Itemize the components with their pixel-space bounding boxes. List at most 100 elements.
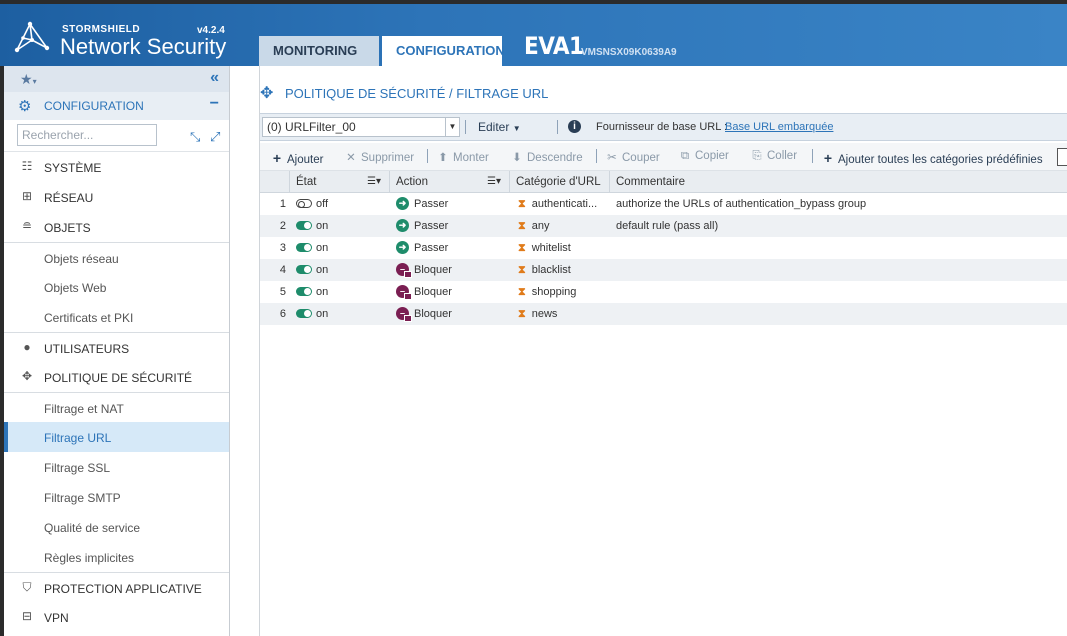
row-state-label: on bbox=[316, 242, 329, 254]
sidebar-item-protection-applicative[interactable]: ⛉ PROTECTION APPLICATIVE bbox=[4, 572, 229, 602]
toolbar-search-input[interactable] bbox=[1057, 148, 1067, 166]
row-action[interactable]: ➜ Passer bbox=[396, 215, 508, 237]
row-state[interactable]: off bbox=[296, 193, 386, 215]
row-action[interactable]: ➜ Passer bbox=[396, 193, 508, 215]
toggle-on-icon[interactable] bbox=[296, 308, 312, 318]
row-comment[interactable]: authorize the URLs of authentication_byp… bbox=[616, 193, 1066, 215]
arrow-up-icon: ⬆ bbox=[438, 152, 448, 164]
sidebar-item-filtrage-smtp[interactable]: Filtrage SMTP bbox=[4, 482, 229, 512]
cut-button[interactable]: ✂ Couper bbox=[605, 150, 660, 164]
sidebar-item-qualite-service[interactable]: Qualité de service bbox=[4, 512, 229, 542]
move-down-label: Descendre bbox=[527, 152, 583, 164]
sidebar-item-utilisateurs[interactable]: ● UTILISATEURS bbox=[4, 332, 229, 362]
sidebar-top-bar: ★▾ « bbox=[4, 66, 229, 92]
row-category[interactable]: ⧗ blacklist bbox=[518, 259, 610, 281]
toggle-on-icon[interactable] bbox=[296, 242, 312, 252]
url-category-icon: ⧗ bbox=[518, 220, 526, 232]
toggle-on-icon[interactable] bbox=[296, 220, 312, 230]
row-action[interactable]: – Bloquer bbox=[396, 303, 508, 325]
sidebar-item-label: Filtrage et NAT bbox=[44, 402, 124, 416]
row-category[interactable]: ⧗ shopping bbox=[518, 281, 610, 303]
tab-configuration[interactable]: CONFIGURATION bbox=[382, 36, 505, 66]
row-comment[interactable] bbox=[616, 303, 1066, 325]
sidebar-item-filtrage-url[interactable]: Filtrage URL bbox=[4, 422, 229, 452]
row-state[interactable]: on bbox=[296, 259, 386, 281]
row-action[interactable]: ➜ Passer bbox=[396, 237, 508, 259]
row-state-label: on bbox=[316, 308, 329, 320]
sidebar-item-regles-implicites[interactable]: Règles implicites bbox=[4, 542, 229, 572]
tab-monitoring[interactable]: MONITORING bbox=[259, 36, 379, 66]
pass-icon: ➜ bbox=[396, 196, 409, 210]
sidebar-item-systeme[interactable]: ☷ SYSTÈME bbox=[4, 152, 229, 182]
sidebar-item-reseau[interactable]: ⊞ RÉSEAU bbox=[4, 182, 229, 212]
column-header-category[interactable]: Catégorie d'URL bbox=[510, 171, 610, 193]
sort-icon[interactable]: ☰▾ bbox=[487, 171, 501, 193]
add-button[interactable]: + Ajouter bbox=[270, 150, 324, 166]
sidebar-item-filtrage-nat[interactable]: Filtrage et NAT bbox=[4, 392, 229, 422]
table-row[interactable]: 5 on – Bloquer ⧗ shopping bbox=[260, 281, 1067, 303]
sidebar-section-configuration[interactable]: ⚙ CONFIGURATION − bbox=[4, 92, 229, 120]
provider-link[interactable]: Base URL embarquée bbox=[725, 121, 833, 133]
row-category-label: any bbox=[531, 220, 550, 232]
filter-select[interactable]: (0) URLFilter_00 ▼ bbox=[262, 117, 460, 137]
filter-select-value: (0) URLFilter_00 bbox=[267, 120, 356, 134]
row-category[interactable]: ⧗ whitelist bbox=[518, 237, 610, 259]
search-input[interactable] bbox=[17, 124, 157, 146]
copy-button[interactable]: ⧉ Copier bbox=[678, 150, 729, 163]
sidebar-item-vpn[interactable]: ⊟ VPN bbox=[4, 602, 229, 632]
column-header-state[interactable]: État ☰▾ bbox=[290, 171, 390, 193]
row-comment[interactable]: default rule (pass all) bbox=[616, 215, 1066, 237]
row-state[interactable]: on bbox=[296, 303, 386, 325]
delete-label: Supprimer bbox=[361, 152, 415, 164]
block-icon: – bbox=[396, 262, 412, 278]
edit-label: Editer bbox=[478, 120, 510, 134]
toggle-on-icon[interactable] bbox=[296, 286, 312, 296]
sidebar-item-label: Filtrage URL bbox=[44, 431, 112, 445]
toggle-on-icon[interactable] bbox=[296, 264, 312, 274]
move-down-button[interactable]: ⬇ Descendre bbox=[510, 150, 583, 164]
sidebar-item-certificats[interactable]: Certificats et PKI bbox=[4, 302, 229, 332]
row-action[interactable]: – Bloquer bbox=[396, 259, 508, 281]
sidebar-item-label: Objets réseau bbox=[44, 252, 119, 266]
row-comment[interactable] bbox=[616, 259, 1066, 281]
sidebar: ★▾ « ⚙ CONFIGURATION − ⤡ ⤢ ☷ SYSTÈME ⊞ R… bbox=[4, 66, 230, 636]
row-action[interactable]: – Bloquer bbox=[396, 281, 508, 303]
table-row[interactable]: 3 on ➜ Passer ⧗ whitelist bbox=[260, 237, 1067, 259]
sidebar-item-objets-web[interactable]: Objets Web bbox=[4, 272, 229, 302]
row-category[interactable]: ⧗ authenticati... bbox=[518, 193, 610, 215]
sort-icon[interactable]: ☰▾ bbox=[367, 171, 381, 193]
row-comment[interactable] bbox=[616, 281, 1066, 303]
table-row[interactable]: 4 on – Bloquer ⧗ blacklist bbox=[260, 259, 1067, 281]
network-icon: ⊞ bbox=[21, 189, 33, 203]
move-up-button[interactable]: ⬆ Monter bbox=[436, 150, 489, 164]
column-header-action[interactable]: Action ☰▾ bbox=[390, 171, 510, 193]
delete-button[interactable]: ✕ Supprimer bbox=[344, 150, 414, 164]
row-state[interactable]: on bbox=[296, 215, 386, 237]
row-comment[interactable] bbox=[616, 237, 1066, 259]
row-category[interactable]: ⧗ any bbox=[518, 215, 610, 237]
row-state[interactable]: on bbox=[296, 281, 386, 303]
table-row[interactable]: 1 off ➜ Passer ⧗ authenticati... authorize the… bbox=[260, 193, 1067, 215]
sidebar-item-politique-securite[interactable]: ✥ POLITIQUE DE SÉCURITÉ bbox=[4, 362, 229, 392]
row-state[interactable]: on bbox=[296, 237, 386, 259]
sidebar-item-objets-reseau[interactable]: Objets réseau bbox=[4, 242, 229, 272]
paste-label: Coller bbox=[767, 150, 798, 162]
collapse-section-icon[interactable]: − bbox=[210, 95, 219, 113]
sidebar-item-objets[interactable]: ≘ OBJETS bbox=[4, 212, 229, 242]
row-number: 2 bbox=[279, 220, 286, 232]
sidebar-item-filtrage-ssl[interactable]: Filtrage SSL bbox=[4, 452, 229, 482]
favorites-star-icon[interactable]: ★▾ bbox=[20, 71, 37, 88]
row-category[interactable]: ⧗ news bbox=[518, 303, 610, 325]
expand-all-icon[interactable]: ⤢ bbox=[210, 129, 220, 145]
toggle-off-icon[interactable] bbox=[296, 198, 312, 208]
collapse-all-icon[interactable]: ⤡ bbox=[190, 129, 200, 145]
column-header-comment[interactable]: Commentaire bbox=[610, 171, 1067, 193]
rule-toolbar: + Ajouter ✕ Supprimer ⬆ Monter ⬇ Descendre ✂… bbox=[260, 143, 1067, 171]
add-all-categories-button[interactable]: + Ajouter toutes les catégories prédéfini… bbox=[821, 150, 1043, 166]
table-row[interactable]: 2 on ➜ Passer ⧗ any default rule (pass all) bbox=[260, 215, 1067, 237]
move-up-label: Monter bbox=[453, 152, 489, 164]
collapse-sidebar-icon[interactable]: « bbox=[210, 69, 219, 87]
table-row[interactable]: 6 on – Bloquer ⧗ news bbox=[260, 303, 1067, 325]
edit-button[interactable]: Editer ▼ bbox=[478, 120, 521, 134]
paste-button[interactable]: ⎘ Coller bbox=[750, 150, 797, 163]
